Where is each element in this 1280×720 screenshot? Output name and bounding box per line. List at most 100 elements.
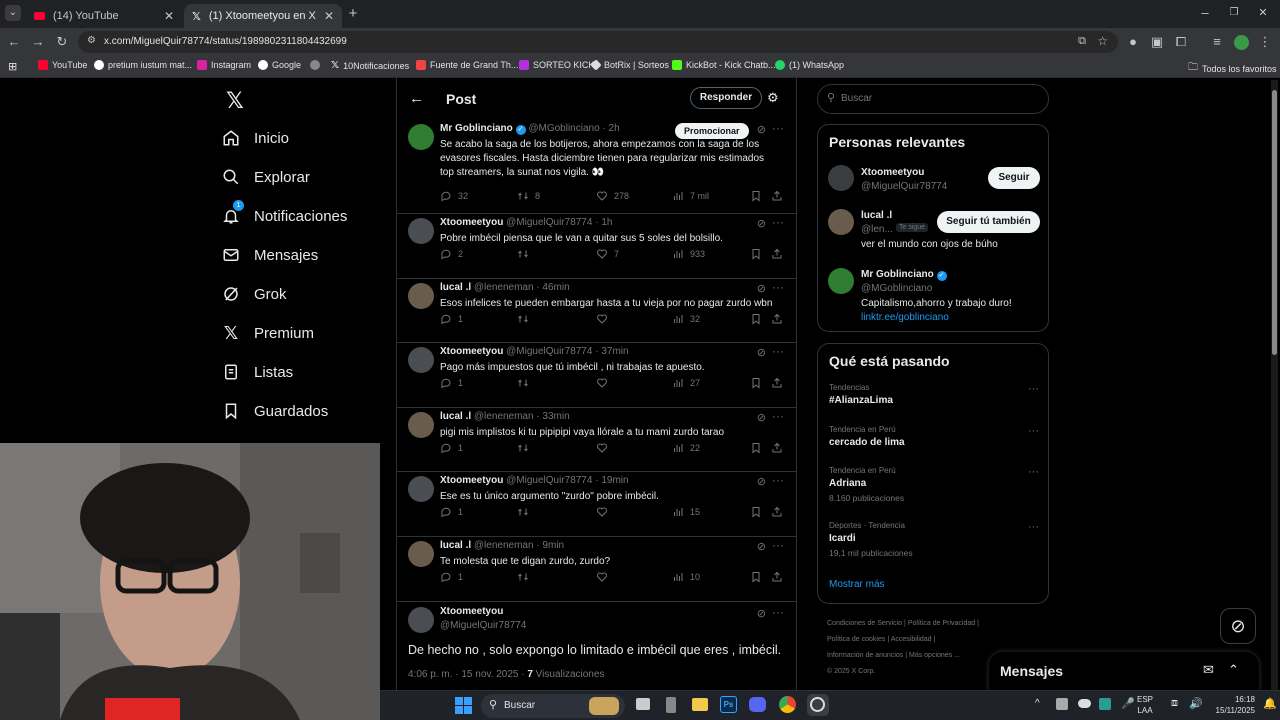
bookmark-star-icon[interactable]: ☆ xyxy=(1097,34,1108,48)
close-tab-icon[interactable]: ✕ xyxy=(164,9,174,23)
windows-start-icon[interactable] xyxy=(455,697,472,714)
more-icon[interactable]: ··· xyxy=(1028,383,1039,395)
person-name[interactable]: Mr Goblinciano ✓ xyxy=(861,269,947,281)
nav-grok[interactable]: Grok xyxy=(222,282,287,306)
like-action[interactable]: 7 xyxy=(596,248,619,260)
reload-icon[interactable]: ↻ xyxy=(54,34,70,50)
more-icon[interactable]: ··· xyxy=(772,409,784,423)
network-icon[interactable]: ⧈ xyxy=(1171,697,1178,710)
bookmark-sorteo-kick[interactable]: SORTEO KICK xyxy=(519,60,594,70)
more-icon[interactable]: ··· xyxy=(772,121,784,135)
nav-notificaciones[interactable]: 1 Notificaciones xyxy=(222,200,347,228)
back-arrow-icon[interactable]: ← xyxy=(409,90,424,107)
reply-action[interactable]: 32 xyxy=(440,190,468,202)
like-action[interactable] xyxy=(596,313,614,325)
more-icon[interactable]: ··· xyxy=(1028,521,1039,533)
follow-back-button[interactable]: Seguir tú también xyxy=(937,211,1040,233)
share-action[interactable] xyxy=(771,571,783,583)
scrollbar-thumb[interactable] xyxy=(1272,90,1277,355)
microphone-icon[interactable]: 🎤 xyxy=(1121,697,1135,710)
views-action[interactable]: 15 xyxy=(672,506,700,518)
grok-icon[interactable]: ⊘ xyxy=(757,411,766,424)
bookmark-whatsapp[interactable]: (1) WhatsApp xyxy=(775,60,844,70)
grok-icon[interactable]: ⊘ xyxy=(757,607,766,620)
extensions-puzzle-icon[interactable]: ⧠ xyxy=(1173,34,1189,50)
author-name[interactable]: Xtoomeetyou xyxy=(440,606,503,617)
person-handle[interactable]: @MGoblinciano xyxy=(861,283,932,294)
onedrive-icon[interactable] xyxy=(1078,699,1091,708)
expand-icon[interactable]: ⌃ xyxy=(1228,662,1239,678)
reply-action[interactable]: 1 xyxy=(440,506,463,518)
reply-action[interactable]: 2 xyxy=(440,248,463,260)
like-action[interactable] xyxy=(596,506,614,518)
nav-guardados[interactable]: Guardados xyxy=(222,399,328,423)
nav-listas[interactable]: Listas xyxy=(222,360,293,384)
new-tab-icon[interactable]: + xyxy=(345,6,361,22)
tray-security-icon[interactable] xyxy=(1099,698,1111,710)
tray-chevron-icon[interactable]: ^ xyxy=(1035,698,1040,709)
share-action[interactable] xyxy=(771,506,783,518)
tweet-3[interactable]: Xtoomeetyou @MiguelQuir78774 · 37min ⊘ ···… xyxy=(397,343,796,408)
taskbar-search[interactable]: ⚲ Buscar xyxy=(481,694,625,718)
like-action[interactable]: 278 xyxy=(596,190,629,202)
reply-action[interactable]: 1 xyxy=(440,571,463,583)
more-icon[interactable]: ··· xyxy=(772,538,784,552)
follow-button[interactable]: Seguir xyxy=(988,167,1040,189)
active-app-icon[interactable] xyxy=(807,694,829,716)
tweet-4[interactable]: lucal .l @leneneman · 33min ⊘ ··· pigi mis … xyxy=(397,408,796,472)
tweet-0[interactable]: Mr Goblinciano ✓ @MGoblinciano · 2h Promo… xyxy=(397,120,796,214)
author-line[interactable]: Xtoomeetyou @MiguelQuir78774 · 1h xyxy=(440,217,612,228)
grok-icon[interactable]: ⊘ xyxy=(757,346,766,359)
tab-youtube[interactable]: (14) YouTube ✕ xyxy=(26,4,182,28)
clock[interactable]: 16:18 15/11/2025 xyxy=(1205,694,1255,716)
grok-icon[interactable]: ⊘ xyxy=(757,282,766,295)
nav-mensajes[interactable]: Mensajes xyxy=(222,243,318,267)
person-handle[interactable]: @len... xyxy=(861,224,893,235)
retweet-action[interactable]: 8 xyxy=(517,190,540,202)
extension2-icon[interactable]: ▣ xyxy=(1149,34,1165,50)
discord-icon[interactable] xyxy=(749,697,766,712)
bookmark-pretium[interactable]: pretium iustum mat... xyxy=(94,60,192,70)
avatar[interactable] xyxy=(828,209,854,235)
avatar[interactable] xyxy=(408,283,434,309)
back-icon[interactable]: ← xyxy=(6,34,22,50)
views-action[interactable]: 27 xyxy=(672,377,700,389)
footer-link[interactable]: Accesibilidad xyxy=(891,636,932,643)
restore-icon[interactable]: ❐ xyxy=(1226,5,1242,21)
install-app-icon[interactable]: ⧉ xyxy=(1078,35,1086,48)
more-icon[interactable]: ··· xyxy=(1028,425,1039,437)
tab-x-post[interactable]: 𝕏 (1) Xtoomeetyou en X: "@lenen ✕ xyxy=(184,4,342,28)
views-action[interactable]: 32 xyxy=(672,313,700,325)
all-favorites[interactable]: 🗀 Todos los favoritos xyxy=(1188,60,1277,77)
bookmark-instagram[interactable]: Instagram xyxy=(197,60,251,70)
avatar[interactable] xyxy=(408,541,434,567)
share-action[interactable] xyxy=(771,442,783,454)
bookmark-action[interactable] xyxy=(750,313,762,325)
more-icon[interactable]: ··· xyxy=(772,215,784,229)
grok-float-button[interactable]: ⊘ xyxy=(1220,608,1256,644)
more-icon[interactable]: ··· xyxy=(772,473,784,487)
share-action[interactable] xyxy=(771,190,783,202)
notifications-icon[interactable]: 🔔 xyxy=(1263,697,1277,710)
grok-icon[interactable]: ⊘ xyxy=(757,123,766,136)
author-line[interactable]: lucal .l @leneneman · 33min xyxy=(440,411,570,422)
minimize-icon[interactable]: – xyxy=(1197,5,1213,21)
bookmark-youtube[interactable]: YouTube xyxy=(38,60,87,70)
author-handle[interactable]: @MiguelQuir78774 xyxy=(440,620,526,631)
tweet-timestamp[interactable]: 4:06 p. m. · 15 nov. 2025 · 7 Visualizac… xyxy=(408,669,604,680)
footer-link[interactable]: Información de anuncios xyxy=(827,652,903,659)
nav-inicio[interactable]: Inicio xyxy=(222,126,289,150)
reply-action[interactable]: 1 xyxy=(440,313,463,325)
author-line[interactable]: Xtoomeetyou @MiguelQuir78774 · 37min xyxy=(440,346,629,357)
retweet-action[interactable] xyxy=(517,506,535,518)
trend-item[interactable]: Deportes · Tendencia Icardi 19,1 mil publi… xyxy=(829,521,1039,558)
bookmark-kickbot[interactable]: KickBot - Kick Chatb... xyxy=(672,60,776,70)
search-input[interactable]: ⚲ Buscar xyxy=(817,84,1049,114)
tab-search-icon[interactable]: ⌄ xyxy=(5,5,21,21)
tweet-6[interactable]: lucal .l @leneneman · 9min ⊘ ··· Te molesta… xyxy=(397,537,796,602)
profile-avatar[interactable] xyxy=(1234,35,1249,50)
file-explorer-icon[interactable] xyxy=(692,698,708,711)
photoshop-icon[interactable]: Ps xyxy=(720,696,737,713)
url-input[interactable]: ⚙ x.com/MiguelQuir78774/status/198980231… xyxy=(78,31,1118,53)
bookmark-action[interactable] xyxy=(750,442,762,454)
